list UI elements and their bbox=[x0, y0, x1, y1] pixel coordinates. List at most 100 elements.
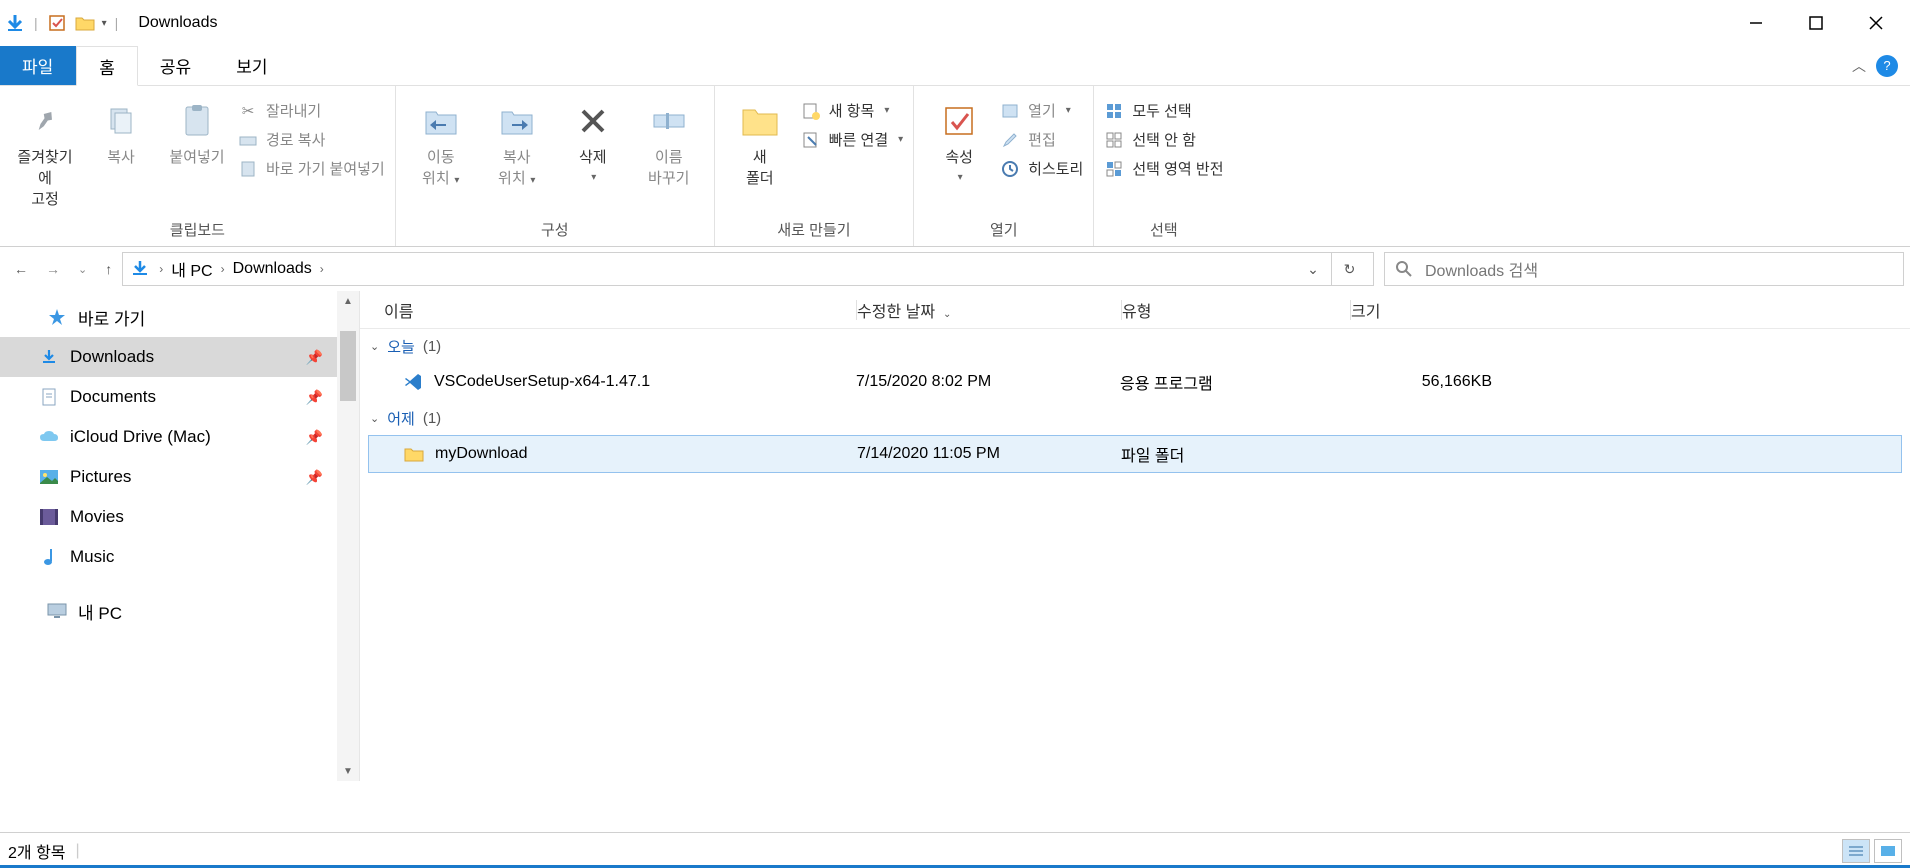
search-placeholder: Downloads 검색 bbox=[1425, 257, 1538, 281]
documents-icon bbox=[38, 386, 60, 408]
nav-scrollbar[interactable]: ▲ ▼ bbox=[337, 291, 359, 781]
breadcrumb-root[interactable]: 내 PC bbox=[171, 257, 212, 281]
tab-share[interactable]: 공유 bbox=[138, 46, 214, 85]
up-button[interactable]: ↑ bbox=[105, 261, 112, 277]
details-view-button[interactable] bbox=[1842, 839, 1870, 863]
select-all-button[interactable]: 모두 선택 bbox=[1104, 100, 1223, 121]
new-group-title: 새로 만들기 bbox=[725, 219, 903, 240]
nav-downloads[interactable]: Downloads 📌 bbox=[0, 337, 359, 377]
move-to-button[interactable]: 이동 위치 ▾ bbox=[406, 96, 476, 192]
nav-movies[interactable]: Movies bbox=[0, 497, 359, 537]
select-none-button[interactable]: 선택 안 함 bbox=[1104, 129, 1223, 150]
this-pc-icon bbox=[46, 600, 68, 622]
tab-home[interactable]: 홈 bbox=[76, 46, 138, 86]
crumb-sep-1[interactable]: › bbox=[221, 262, 225, 276]
thumbnails-view-button[interactable] bbox=[1874, 839, 1902, 863]
ribbon-group-select: 모두 선택 선택 안 함 선택 영역 반전 선택 bbox=[1094, 86, 1233, 246]
group-today-label: 오늘 bbox=[387, 336, 415, 357]
file-size: 56,166KB bbox=[1348, 373, 1512, 391]
recent-locations-caret[interactable]: ⌄ bbox=[78, 263, 87, 276]
pin-to-quick-access-button[interactable]: 즐겨찾기에 고정 bbox=[10, 96, 80, 213]
minimize-button[interactable] bbox=[1726, 0, 1786, 46]
delete-button[interactable]: 삭제▾ bbox=[558, 96, 628, 188]
qat-folder-icon[interactable] bbox=[74, 12, 96, 34]
file-row-mydownload[interactable]: myDownload 7/14/2020 11:05 PM 파일 폴더 bbox=[368, 435, 1902, 473]
copy-path-icon bbox=[238, 130, 258, 150]
invert-selection-button[interactable]: 선택 영역 반전 bbox=[1104, 158, 1223, 179]
app-icon bbox=[4, 12, 26, 34]
new-item-button[interactable]: 새 항목▾ bbox=[801, 100, 903, 121]
search-icon bbox=[1395, 260, 1413, 278]
collapse-ribbon-icon[interactable]: ︿ bbox=[1852, 56, 1866, 76]
delete-icon bbox=[572, 100, 614, 142]
address-bar[interactable]: › 내 PC › Downloads › ⌄ ↻ bbox=[122, 252, 1374, 286]
nav-pictures[interactable]: Pictures 📌 bbox=[0, 457, 359, 497]
copy-button[interactable]: 복사 bbox=[86, 96, 156, 171]
group-yesterday[interactable]: ⌄ 어제 (1) bbox=[360, 401, 1910, 435]
group-yesterday-count: (1) bbox=[423, 410, 441, 427]
paste-button[interactable]: 붙여넣기 bbox=[162, 96, 232, 171]
new-item-icon bbox=[801, 101, 821, 121]
scroll-down-icon[interactable]: ▼ bbox=[337, 761, 359, 781]
move-to-icon bbox=[420, 100, 462, 142]
file-row-vscode[interactable]: VSCodeUserSetup-x64-1.47.1 7/15/2020 8:0… bbox=[360, 363, 1910, 401]
breadcrumb-current[interactable]: Downloads bbox=[233, 260, 312, 278]
scroll-thumb[interactable] bbox=[340, 331, 356, 401]
close-button[interactable] bbox=[1846, 0, 1906, 46]
nav-documents[interactable]: Documents 📌 bbox=[0, 377, 359, 417]
copy-path-button[interactable]: 경로 복사 bbox=[238, 129, 385, 150]
column-name[interactable]: 이름 bbox=[360, 298, 856, 322]
file-type: 파일 폴더 bbox=[1121, 442, 1349, 466]
paste-icon bbox=[176, 100, 218, 142]
column-type[interactable]: 유형 bbox=[1122, 298, 1350, 322]
crumb-sep-2[interactable]: › bbox=[320, 262, 324, 276]
ribbon-tabs: 파일 홈 공유 보기 ︿ ? bbox=[0, 46, 1910, 86]
nav-this-pc[interactable]: 내 PC bbox=[0, 591, 359, 631]
maximize-button[interactable] bbox=[1786, 0, 1846, 46]
chevron-down-icon: ⌄ bbox=[370, 412, 379, 425]
history-button[interactable]: 히스토리 bbox=[1000, 158, 1083, 179]
tab-view[interactable]: 보기 bbox=[214, 46, 290, 85]
downloads-folder-icon bbox=[129, 258, 151, 280]
delete-label: 삭제▾ bbox=[579, 146, 607, 184]
qat-customize-caret[interactable]: ▾ bbox=[102, 18, 107, 29]
status-item-count: 2개 항목 bbox=[8, 839, 66, 863]
organize-group-title: 구성 bbox=[406, 219, 704, 240]
file-name: myDownload bbox=[435, 445, 527, 463]
copy-to-button[interactable]: 복사 위치 ▾ bbox=[482, 96, 552, 192]
back-button[interactable]: ← bbox=[14, 261, 28, 277]
search-box[interactable]: Downloads 검색 bbox=[1384, 252, 1904, 286]
open-button[interactable]: 열기▾ bbox=[1000, 100, 1083, 121]
nav-icloud[interactable]: iCloud Drive (Mac) 📌 bbox=[0, 417, 359, 457]
file-date: 7/15/2020 8:02 PM bbox=[856, 373, 1120, 391]
paste-shortcut-button[interactable]: 바로 가기 붙여넣기 bbox=[238, 158, 385, 179]
new-folder-button[interactable]: 새 폴더 bbox=[725, 96, 795, 192]
copy-to-label: 복사 위치 ▾ bbox=[498, 146, 535, 188]
address-history-caret[interactable]: ⌄ bbox=[1295, 253, 1331, 285]
group-today-count: (1) bbox=[423, 338, 441, 355]
easy-access-button[interactable]: 빠른 연결▾ bbox=[801, 129, 903, 150]
window-title: Downloads bbox=[138, 14, 217, 32]
tab-file[interactable]: 파일 bbox=[0, 46, 76, 85]
rename-button[interactable]: 이름 바꾸기 bbox=[634, 96, 704, 192]
help-icon[interactable]: ? bbox=[1876, 55, 1898, 77]
scroll-up-icon[interactable]: ▲ bbox=[337, 291, 359, 311]
forward-button[interactable]: → bbox=[46, 261, 60, 277]
pin-icon: 📌 bbox=[306, 349, 323, 366]
nav-music[interactable]: Music bbox=[0, 537, 359, 577]
select-group-title: 선택 bbox=[1104, 219, 1223, 240]
nav-quick-access-label: 바로 가기 bbox=[78, 305, 145, 330]
column-date[interactable]: 수정한 날짜⌄ bbox=[857, 298, 1121, 322]
group-today[interactable]: ⌄ 오늘 (1) bbox=[360, 329, 1910, 363]
properties-button[interactable]: 속성▾ bbox=[924, 96, 994, 188]
edit-button[interactable]: 편집 bbox=[1000, 129, 1083, 150]
refresh-button[interactable]: ↻ bbox=[1331, 253, 1367, 285]
select-all-icon bbox=[1104, 101, 1124, 121]
crumb-sep-root[interactable]: › bbox=[159, 262, 163, 276]
qat-divider-2: | bbox=[115, 15, 119, 31]
column-size[interactable]: 크기 bbox=[1351, 298, 1515, 322]
nav-quick-access[interactable]: 바로 가기 bbox=[0, 297, 359, 337]
navigation-pane: 바로 가기 Downloads 📌 Documents 📌 iCloud Dri… bbox=[0, 291, 360, 781]
qat-properties-icon[interactable] bbox=[46, 12, 68, 34]
cut-button[interactable]: ✂잘라내기 bbox=[238, 100, 385, 121]
